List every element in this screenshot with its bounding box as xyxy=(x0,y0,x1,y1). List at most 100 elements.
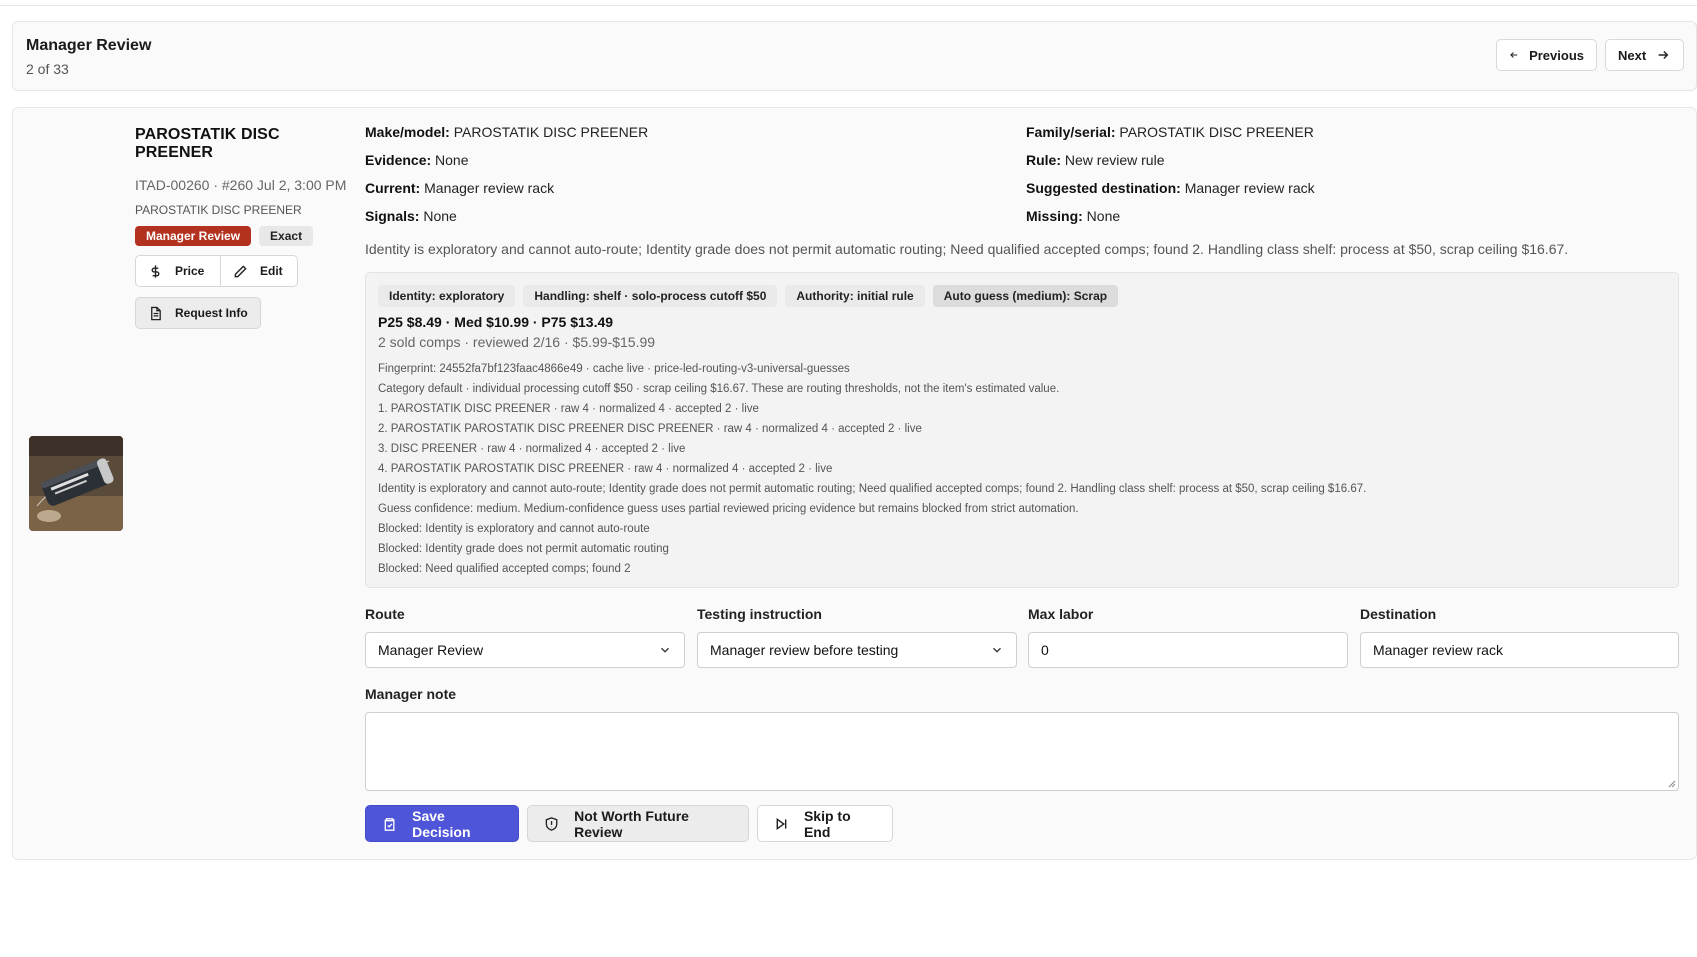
detail-line: 2. PAROSTATIK PAROSTATIK DISC PREENER DI… xyxy=(378,423,922,435)
previous-button[interactable]: Previous xyxy=(1496,39,1597,71)
testing-instruction-select[interactable]: Manager review before testing xyxy=(697,632,1017,668)
detail-line: Blocked: Identity grade does not permit … xyxy=(378,543,669,555)
destination-label: Destination xyxy=(1360,606,1437,622)
detail-line: 4. PAROSTATIK PAROSTATIK DISC PREENER · … xyxy=(378,463,833,475)
edit-label: Edit xyxy=(260,264,283,278)
max-labor-label: Max labor xyxy=(1028,606,1094,622)
item-actions: Price Edit xyxy=(135,255,355,287)
suggested-destination-value: Manager review rack xyxy=(1184,180,1315,196)
suggested-destination-line: Suggested destination: Manager review ra… xyxy=(1026,180,1315,196)
destination-value: Manager review rack xyxy=(1373,642,1503,658)
family-serial-value: PAROSTATIK DISC PREENER xyxy=(1119,124,1314,140)
save-decision-label: Save Decision xyxy=(412,807,471,840)
sold-comps: 2 sold comps · reviewed 2/16 · $5.99-$15… xyxy=(378,334,656,350)
price-percentiles: P25 $8.49 · Med $10.99 · P75 $13.49 xyxy=(378,314,614,330)
not-worth-future-review-button[interactable]: Not Worth Future Review xyxy=(527,805,749,842)
save-decision-button[interactable]: Save Decision xyxy=(365,805,519,842)
missing-label: Missing: xyxy=(1026,208,1083,224)
next-label: Next xyxy=(1618,47,1647,63)
top-divider xyxy=(0,0,1697,6)
item-subtitle: PAROSTATIK DISC PREENER xyxy=(135,203,302,217)
item-title: PAROSTATIK DISC PREENER xyxy=(135,126,280,161)
evidence-label: Evidence: xyxy=(365,152,432,168)
evidence-line: Evidence: None xyxy=(365,152,469,168)
signals-line: Signals: None xyxy=(365,208,457,224)
arrow-right-icon xyxy=(1658,51,1669,59)
request-info-button[interactable]: Request Info xyxy=(135,297,261,329)
detail-line: Identity is exploratory and cannot auto-… xyxy=(378,483,1367,495)
manager-note-label: Manager note xyxy=(365,686,457,702)
manager-note-textarea[interactable] xyxy=(365,712,1679,791)
testing-instruction-value: Manager review before testing xyxy=(710,642,899,658)
missing-value: None xyxy=(1086,208,1121,224)
status-badges: Manager Review Exact xyxy=(135,226,355,246)
make-model-value: PAROSTATIK DISC PREENER xyxy=(453,124,649,140)
rule-label: Rule: xyxy=(1026,152,1061,168)
max-labor-value: 0 xyxy=(1041,642,1049,658)
testing-instruction-label: Testing instruction xyxy=(697,606,822,622)
detail-line: Category default · individual processing… xyxy=(378,383,1060,395)
detail-tags: Identity: exploratory Handling: shelf · … xyxy=(378,285,1119,307)
detail-line: Blocked: Identity is exploratory and can… xyxy=(378,523,650,535)
resize-handle-icon[interactable] xyxy=(1668,780,1676,788)
shield-icon xyxy=(545,816,558,831)
item-photo-image xyxy=(29,436,123,531)
item-meta: ITAD-00260 · #260 Jul 2, 3:00 PM xyxy=(135,177,347,193)
route-value: Manager Review xyxy=(378,642,484,658)
current-line: Current: Manager review rack xyxy=(365,180,554,196)
detail-line: Fingerprint: 24552fa7bf123faac4866e49 · … xyxy=(378,363,850,375)
handling-tag: Handling: shelf · solo-process cutoff $5… xyxy=(523,285,778,307)
pricing-details: Identity: exploratory Handling: shelf · … xyxy=(365,272,1679,588)
review-header: Manager Review 2 of 33 Previous Next xyxy=(12,21,1697,91)
signals-value: None xyxy=(423,208,457,224)
detail-line: Blocked: Need qualified accepted comps; … xyxy=(378,563,631,575)
detail-lines: Fingerprint: 24552fa7bf123faac4866e49 · … xyxy=(378,359,1366,579)
skip-to-end-button[interactable]: Skip to End xyxy=(757,805,893,842)
rule-line: Rule: New review rule xyxy=(1026,152,1164,168)
detail-line: 1. PAROSTATIK DISC PREENER · raw 4 · nor… xyxy=(378,403,759,415)
chevron-down-icon xyxy=(993,647,1001,653)
review-position: 2 of 33 xyxy=(26,61,69,77)
next-button[interactable]: Next xyxy=(1605,39,1684,71)
routing-summary: Identity is exploratory and cannot auto-… xyxy=(365,241,1569,257)
authority-tag: Authority: initial rule xyxy=(785,285,925,307)
request-info-label: Request Info xyxy=(175,306,248,320)
page-title: Manager Review xyxy=(26,37,152,54)
item-summary: PAROSTATIK DISC PREENER ITAD-00260 · #26… xyxy=(135,126,355,329)
skip-to-end-label: Skip to End xyxy=(803,807,851,840)
detail-line: Guess confidence: medium. Medium-confide… xyxy=(378,503,1079,515)
max-labor-input[interactable]: 0 xyxy=(1028,632,1348,668)
document-icon xyxy=(151,306,161,320)
family-serial-label: Family/serial: xyxy=(1026,124,1116,140)
arrow-left-icon xyxy=(1510,52,1518,58)
route-label: Route xyxy=(365,606,405,622)
status-badge: Manager Review xyxy=(135,226,252,246)
pencil-icon xyxy=(234,264,247,277)
destination-input[interactable]: Manager review rack xyxy=(1360,632,1679,668)
skip-end-icon xyxy=(776,817,787,830)
identity-tag: Identity: exploratory xyxy=(378,285,516,307)
rule-value: New review rule xyxy=(1064,152,1165,168)
current-label: Current: xyxy=(365,180,421,196)
auto-guess-tag: Auto guess (medium): Scrap xyxy=(932,285,1119,307)
make-model-line: Make/model: PAROSTATIK DISC PREENER xyxy=(365,124,648,140)
not-worth-future-review-label: Not Worth Future Review xyxy=(574,807,689,840)
previous-label: Previous xyxy=(1529,47,1584,63)
missing-line: Missing: None xyxy=(1026,208,1120,224)
edit-button[interactable]: Edit xyxy=(220,255,298,287)
chevron-down-icon xyxy=(661,647,669,653)
price-button[interactable]: Price xyxy=(135,255,221,287)
clipboard-check-icon xyxy=(384,817,395,831)
signals-label: Signals: xyxy=(365,208,420,224)
item-photo[interactable] xyxy=(29,436,123,531)
family-serial-line: Family/serial: PAROSTATIK DISC PREENER xyxy=(1026,124,1314,140)
detail-line: 3. DISC PREENER · raw 4 · normalized 4 ·… xyxy=(378,443,686,455)
evidence-value: None xyxy=(435,152,469,168)
current-value: Manager review rack xyxy=(424,180,555,196)
match-badge: Exact xyxy=(259,226,314,246)
make-model-label: Make/model: xyxy=(365,124,450,140)
dollar-icon xyxy=(151,264,160,278)
suggested-destination-label: Suggested destination: xyxy=(1026,180,1181,196)
price-label: Price xyxy=(175,264,205,278)
route-select[interactable]: Manager Review xyxy=(365,632,685,668)
